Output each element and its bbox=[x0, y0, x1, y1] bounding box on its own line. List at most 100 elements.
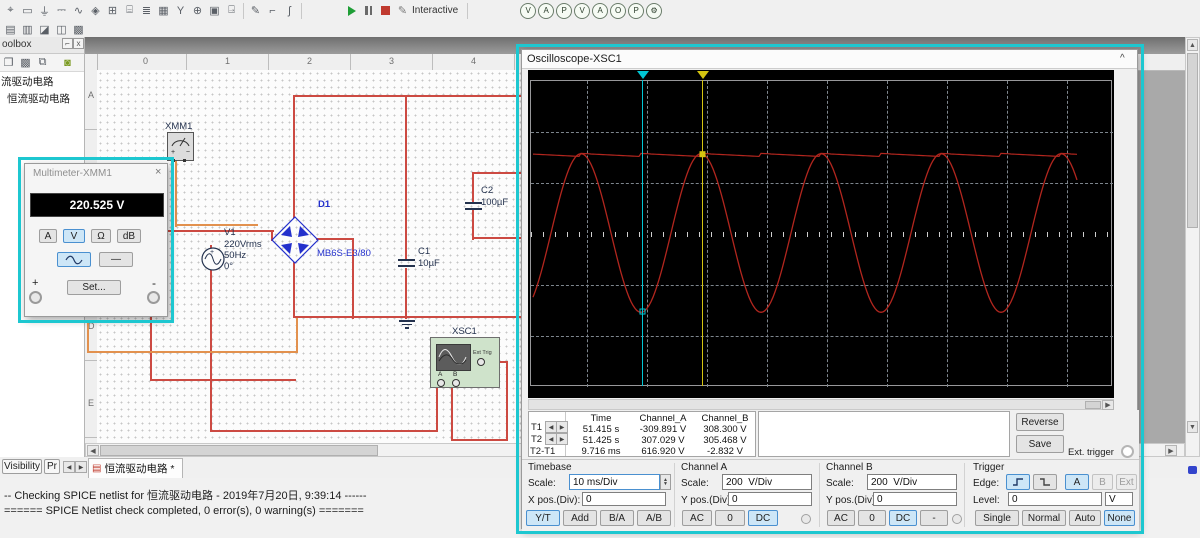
xsc1-ext-trig-terminal[interactable] bbox=[477, 358, 485, 366]
toolbar-icon[interactable]: ʃ bbox=[281, 2, 298, 19]
scope-scroll-right-icon[interactable]: ▶ bbox=[1102, 400, 1114, 410]
channel-a-dc-button[interactable]: DC bbox=[748, 510, 778, 526]
c1-capacitor[interactable] bbox=[398, 259, 415, 267]
ba-button[interactable]: B/A bbox=[600, 510, 634, 526]
oscilloscope-titlebar[interactable]: Oscilloscope-XSC1 ^ bbox=[522, 50, 1137, 69]
yt-button[interactable]: Y/T bbox=[526, 510, 560, 526]
channel-b-ac-button[interactable]: AC bbox=[827, 510, 855, 526]
toolbox-dock-icon[interactable]: ⌐ bbox=[62, 38, 73, 49]
toolbar-icon[interactable]: ◫ bbox=[53, 21, 70, 38]
scope-hscrollbar[interactable]: ▶ bbox=[528, 399, 1114, 410]
c1-ref[interactable]: C1 bbox=[418, 246, 430, 257]
probe-icon[interactable]: V bbox=[520, 2, 537, 19]
channel-a-ac-button[interactable]: AC bbox=[682, 510, 712, 526]
timebase-spinner[interactable]: ▲ ▼ bbox=[660, 474, 671, 490]
toolbox-close-icon[interactable]: x bbox=[73, 38, 84, 49]
auto-button[interactable]: Auto bbox=[1069, 510, 1101, 526]
v1-ref[interactable]: V1 bbox=[224, 227, 236, 238]
tab-scroll-left-icon[interactable]: ◀ bbox=[63, 461, 75, 473]
cursor-handle-t1[interactable] bbox=[637, 71, 649, 79]
timebase-xpos-input[interactable] bbox=[582, 492, 666, 506]
tree-item-sheet[interactable]: 恒流驱动电路 bbox=[0, 90, 84, 107]
edge-rising-button[interactable] bbox=[1006, 474, 1030, 490]
probe-icon[interactable]: P bbox=[556, 2, 573, 19]
t2-right-icon[interactable]: ▶ bbox=[556, 433, 568, 445]
scroll-up-icon[interactable]: ▲ bbox=[1187, 39, 1198, 51]
channel-a-ypos-input[interactable] bbox=[728, 492, 812, 506]
scroll-down-icon[interactable]: ▼ bbox=[1187, 421, 1198, 433]
workspace-tab[interactable]: ▤ 恒流驱动电路 * bbox=[88, 458, 184, 478]
ground-symbol[interactable] bbox=[399, 320, 415, 329]
t1-right-icon[interactable]: ▶ bbox=[556, 421, 568, 433]
multimeter-minus-terminal[interactable] bbox=[147, 291, 160, 304]
mode-v-button[interactable]: V bbox=[63, 229, 85, 243]
canvas-vscrollbar[interactable]: ▲ ▼ bbox=[1185, 37, 1200, 457]
channel-b-terminal[interactable] bbox=[952, 514, 962, 524]
trigger-a-button[interactable]: A bbox=[1065, 474, 1089, 490]
toolbox-icon[interactable]: ❐ bbox=[0, 54, 17, 71]
channel-b-0-button[interactable]: 0 bbox=[858, 510, 886, 526]
cursor-handle-t2[interactable] bbox=[697, 71, 709, 79]
mode-ohm-button[interactable]: Ω bbox=[91, 229, 111, 243]
channel-b-dc-button[interactable]: DC bbox=[889, 510, 917, 526]
probe-icon[interactable]: ⚙ bbox=[646, 2, 663, 19]
stop-button[interactable] bbox=[377, 2, 394, 19]
trigger-b-button[interactable]: B bbox=[1092, 474, 1113, 490]
xsc1-b-terminal[interactable] bbox=[452, 379, 460, 387]
single-button[interactable]: Single bbox=[975, 510, 1019, 526]
edge-falling-button[interactable] bbox=[1033, 474, 1057, 490]
toolbar-icon[interactable]: ∿ bbox=[70, 2, 87, 19]
toolbar-icon[interactable]: ▩ bbox=[70, 21, 87, 38]
probe-icon[interactable]: P bbox=[628, 2, 645, 19]
channel-b-scale-input[interactable] bbox=[867, 474, 957, 490]
toolbar-icon[interactable]: Y bbox=[172, 2, 189, 19]
tab-pr[interactable]: Pr bbox=[44, 459, 60, 474]
channel-b-ypos-input[interactable] bbox=[873, 492, 957, 506]
tab-visibility[interactable]: Visibility bbox=[2, 459, 42, 474]
toolbar-icon[interactable]: ▭ bbox=[19, 2, 36, 19]
probe-icon[interactable]: A bbox=[592, 2, 609, 19]
cursor-t2[interactable] bbox=[702, 80, 703, 386]
trigger-ext-button[interactable]: Ext bbox=[1116, 474, 1137, 490]
multimeter-window[interactable]: Multimeter-XMM1 × 220.525 V A V Ω dB — +… bbox=[24, 163, 168, 317]
toolbar-icon[interactable]: ◪ bbox=[36, 21, 53, 38]
trigger-level-input[interactable] bbox=[1008, 492, 1102, 506]
interactive-label[interactable]: Interactive bbox=[412, 5, 458, 16]
close-icon[interactable]: × bbox=[155, 166, 161, 178]
normal-button[interactable]: Normal bbox=[1022, 510, 1066, 526]
toolbar-icon[interactable]: ⊕ bbox=[189, 2, 206, 19]
toolbar-icon[interactable]: ⌸ bbox=[121, 2, 138, 19]
xsc1-instrument[interactable]: Ext Trig A B bbox=[430, 337, 500, 388]
toolbar-icon[interactable]: ▤ bbox=[2, 21, 19, 38]
toolbar-icon[interactable]: ▣ bbox=[206, 2, 223, 19]
set-button[interactable]: Set... bbox=[67, 280, 121, 295]
probe-icon[interactable]: A bbox=[538, 2, 555, 19]
toolbar-icon[interactable]: ⌐ bbox=[264, 2, 281, 19]
pause-button[interactable] bbox=[360, 2, 377, 19]
save-button[interactable]: Save bbox=[1016, 435, 1064, 453]
collapse-icon[interactable]: ^ bbox=[1120, 53, 1125, 64]
scroll-left-icon[interactable]: ◀ bbox=[87, 445, 99, 456]
oscilloscope-screen[interactable] bbox=[528, 70, 1114, 398]
timebase-scale-input[interactable] bbox=[569, 474, 660, 490]
toolbar-icon[interactable]: ▦ bbox=[155, 2, 172, 19]
tree-item-project[interactable]: 流驱动电路 bbox=[0, 73, 84, 90]
toolbar-icon[interactable]: ⎓ bbox=[53, 2, 70, 19]
snapshot-icon[interactable]: ◙ bbox=[59, 54, 76, 71]
c2-ref[interactable]: C2 bbox=[481, 185, 493, 196]
dc-mode-button[interactable]: — bbox=[99, 252, 133, 267]
toolbox-icon[interactable]: ▩ bbox=[17, 54, 34, 71]
trigger-level-unit[interactable]: V bbox=[1105, 492, 1133, 506]
add-button[interactable]: Add bbox=[563, 510, 597, 526]
none-button[interactable]: None bbox=[1104, 510, 1135, 526]
xsc1-label[interactable]: XSC1 bbox=[452, 326, 477, 337]
toolbar-icon[interactable]: ⊞ bbox=[104, 2, 121, 19]
xsc1-a-terminal[interactable] bbox=[437, 379, 445, 387]
ext-trigger-terminal[interactable] bbox=[1121, 445, 1134, 458]
d1-bridge-rectifier[interactable] bbox=[271, 216, 319, 267]
xmm1-instrument[interactable]: + − bbox=[167, 132, 194, 162]
run-button[interactable] bbox=[343, 2, 360, 19]
tab-scroll-right-icon[interactable]: ▶ bbox=[75, 461, 87, 473]
multimeter-plus-terminal[interactable] bbox=[29, 291, 42, 304]
cursor-t1[interactable] bbox=[642, 80, 643, 386]
